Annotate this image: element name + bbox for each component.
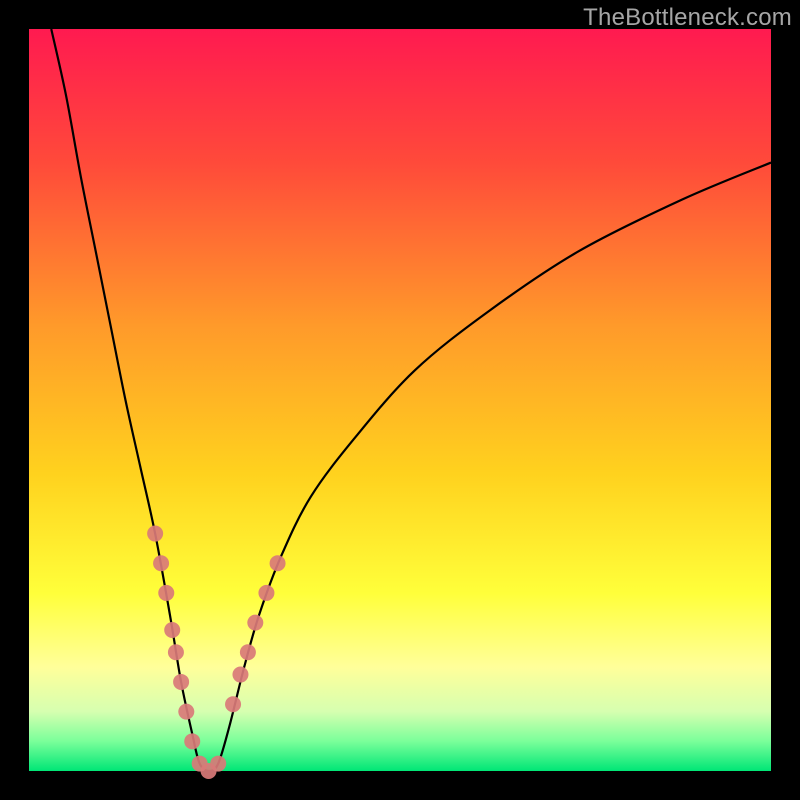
data-point xyxy=(168,644,184,660)
data-point xyxy=(232,667,248,683)
data-point xyxy=(164,622,180,638)
chart-frame: TheBottleneck.com xyxy=(0,0,800,800)
data-point xyxy=(210,756,226,772)
data-point xyxy=(173,674,189,690)
data-point xyxy=(240,644,256,660)
data-point xyxy=(147,526,163,542)
data-point xyxy=(258,585,274,601)
data-point xyxy=(225,696,241,712)
data-point xyxy=(158,585,174,601)
watermark-text: TheBottleneck.com xyxy=(583,4,792,32)
data-point xyxy=(153,555,169,571)
data-point xyxy=(178,704,194,720)
plot-area xyxy=(29,29,771,771)
data-point xyxy=(247,615,263,631)
chart-svg xyxy=(29,29,771,771)
data-point xyxy=(270,555,286,571)
data-point xyxy=(184,733,200,749)
bottleneck-curve xyxy=(51,29,771,771)
